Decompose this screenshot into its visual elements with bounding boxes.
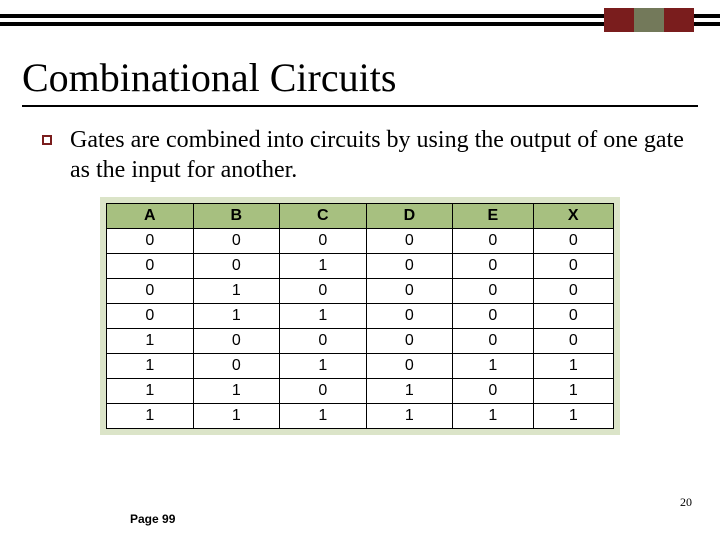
body-text: Gates are combined into circuits by usin… — [70, 125, 688, 185]
truth-table: ABCDEX 000000001000010000011000100000101… — [106, 203, 614, 429]
table-cell: 0 — [453, 329, 533, 354]
table-cell: 0 — [533, 329, 613, 354]
table-cell: 0 — [280, 229, 367, 254]
table-cell: 1 — [107, 329, 194, 354]
table-cell: 0 — [533, 254, 613, 279]
table-row: 101011 — [107, 354, 614, 379]
table-cell: 1 — [193, 379, 280, 404]
table-cell: 1 — [453, 354, 533, 379]
table-cell: 0 — [193, 354, 280, 379]
table-cell: 1 — [533, 354, 613, 379]
swatch-olive — [634, 8, 664, 32]
table-header-cell: X — [533, 204, 613, 229]
table-cell: 0 — [366, 304, 453, 329]
table-cell: 1 — [280, 404, 367, 429]
table-cell: 1 — [193, 279, 280, 304]
swatch-maroon — [664, 8, 694, 32]
table-cell: 0 — [533, 229, 613, 254]
table-cell: 0 — [280, 329, 367, 354]
page-reference: Page 99 — [130, 512, 175, 526]
table-cell: 0 — [453, 304, 533, 329]
table-cell: 1 — [280, 354, 367, 379]
slide-title: Combinational Circuits — [22, 54, 720, 101]
table-cell: 0 — [107, 279, 194, 304]
table-cell: 0 — [280, 379, 367, 404]
table-cell: 1 — [193, 304, 280, 329]
table-cell: 0 — [366, 254, 453, 279]
table-header-cell: E — [453, 204, 533, 229]
table-cell: 0 — [453, 229, 533, 254]
table-header-cell: A — [107, 204, 194, 229]
table-cell: 0 — [453, 379, 533, 404]
swatch-maroon — [604, 8, 634, 32]
table-cell: 0 — [193, 329, 280, 354]
slide-number: 20 — [680, 495, 692, 510]
table-row: 010000 — [107, 279, 614, 304]
table-row: 110101 — [107, 379, 614, 404]
table-cell: 1 — [107, 379, 194, 404]
table-cell: 0 — [366, 354, 453, 379]
table-cell: 0 — [366, 329, 453, 354]
slide-top-decoration — [0, 0, 720, 36]
table-header-cell: C — [280, 204, 367, 229]
table-cell: 0 — [533, 304, 613, 329]
bullet-icon — [42, 135, 52, 145]
decoration-swatches — [604, 8, 694, 32]
table-cell: 1 — [533, 379, 613, 404]
table-cell: 0 — [107, 304, 194, 329]
table-row: 011000 — [107, 304, 614, 329]
table-row: 111111 — [107, 404, 614, 429]
table-row: 000000 — [107, 229, 614, 254]
table-cell: 0 — [193, 254, 280, 279]
table-cell: 0 — [107, 254, 194, 279]
table-cell: 1 — [280, 304, 367, 329]
table-cell: 1 — [107, 404, 194, 429]
table-cell: 0 — [366, 229, 453, 254]
table-cell: 0 — [280, 279, 367, 304]
table-cell: 1 — [366, 379, 453, 404]
table-row: 100000 — [107, 329, 614, 354]
table-cell: 0 — [533, 279, 613, 304]
table-cell: 1 — [280, 254, 367, 279]
table-cell: 1 — [193, 404, 280, 429]
title-underline — [22, 105, 698, 107]
table-cell: 1 — [366, 404, 453, 429]
bullet-row: Gates are combined into circuits by usin… — [0, 125, 720, 185]
truth-table-container: ABCDEX 000000001000010000011000100000101… — [100, 197, 620, 435]
table-cell: 0 — [453, 279, 533, 304]
table-cell: 0 — [107, 229, 194, 254]
table-header-cell: B — [193, 204, 280, 229]
table-header-cell: D — [366, 204, 453, 229]
table-row: 001000 — [107, 254, 614, 279]
table-cell: 0 — [453, 254, 533, 279]
table-cell: 0 — [366, 279, 453, 304]
table-cell: 1 — [107, 354, 194, 379]
table-cell: 1 — [533, 404, 613, 429]
table-cell: 0 — [193, 229, 280, 254]
table-cell: 1 — [453, 404, 533, 429]
